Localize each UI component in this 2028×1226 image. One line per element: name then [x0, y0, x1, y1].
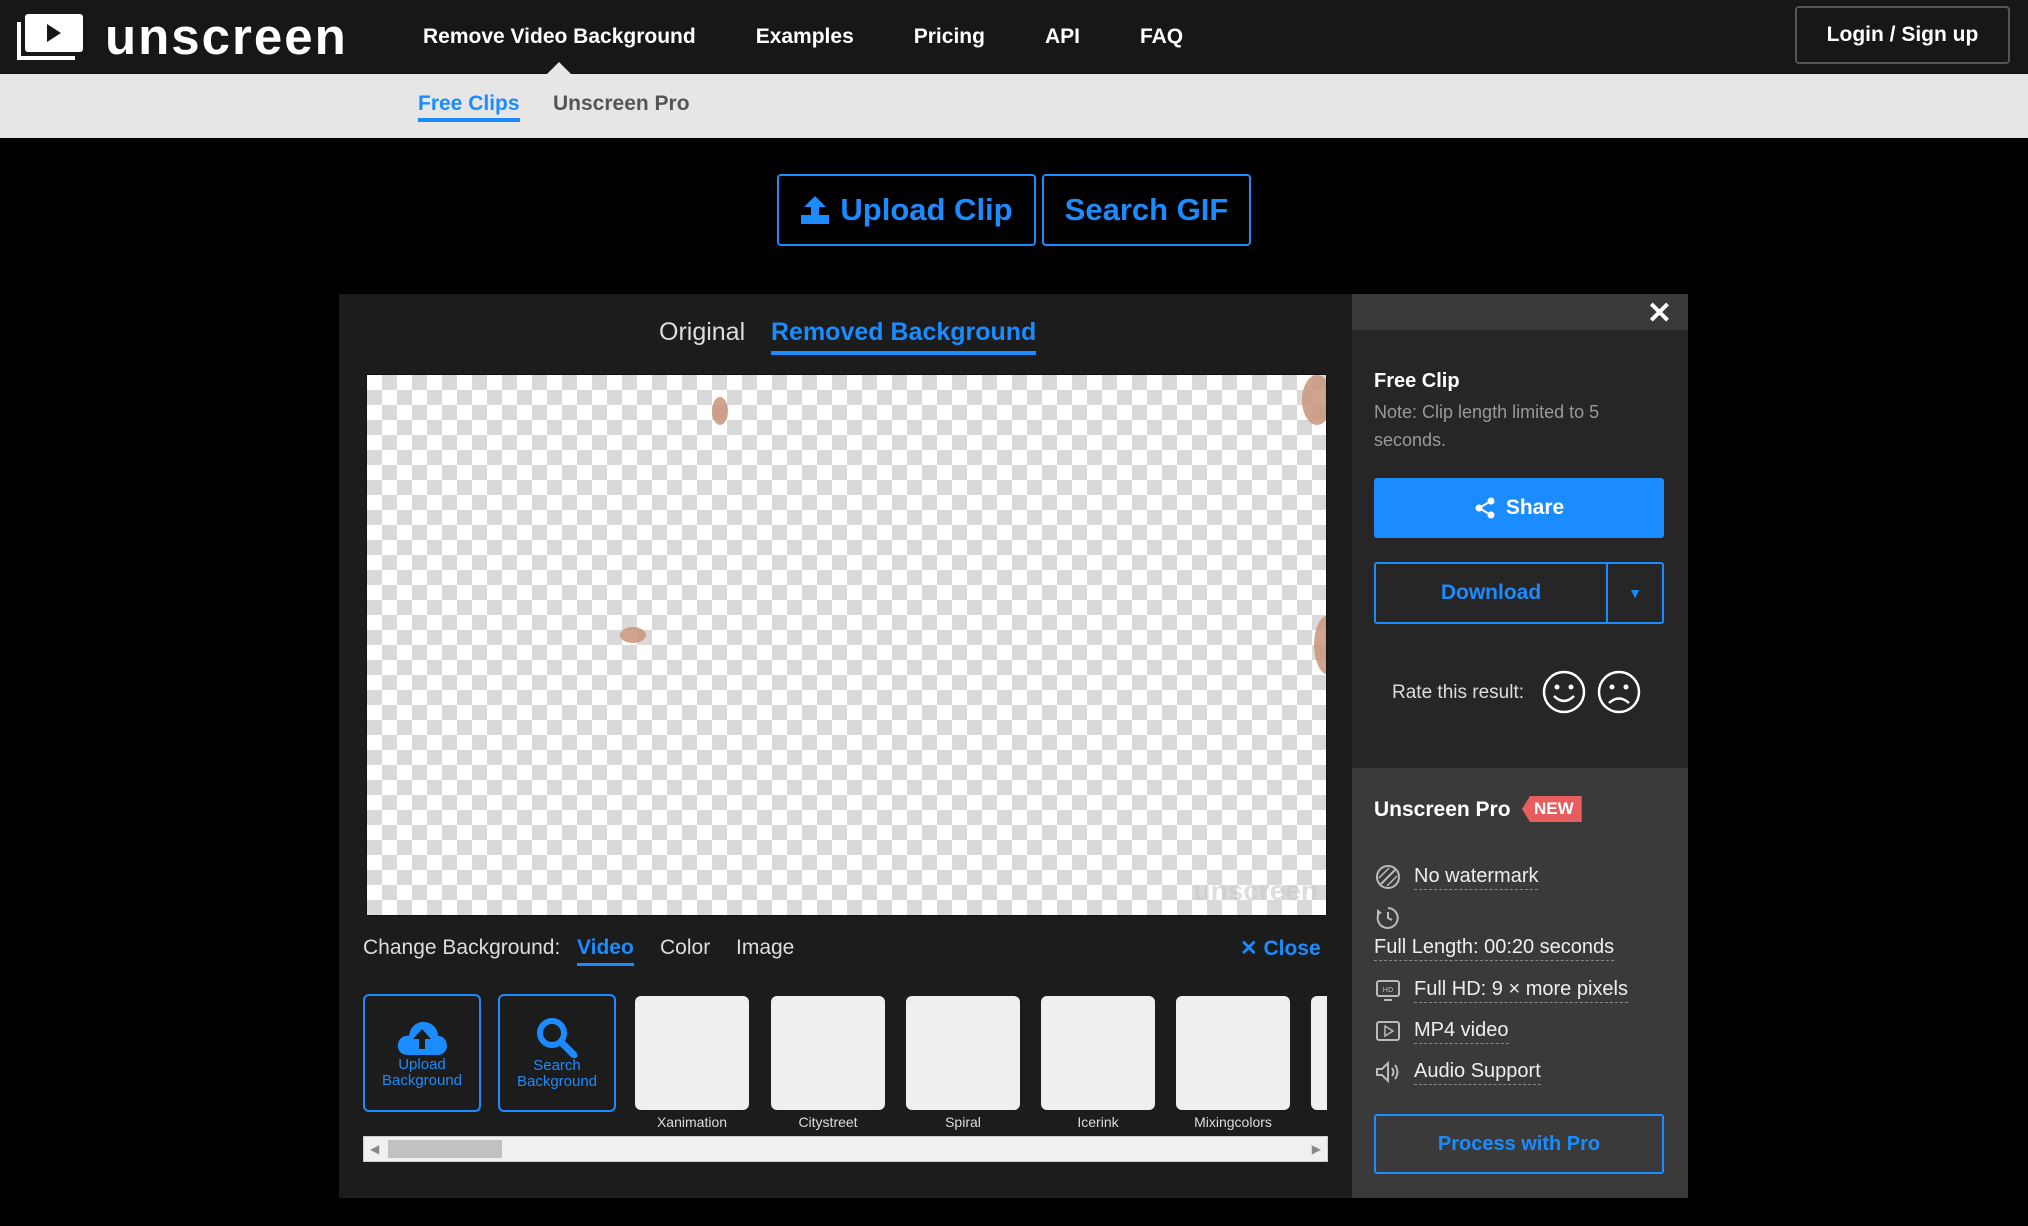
result-side-panel: ✕ Free Clip Note: Clip length limited to…: [1352, 294, 1688, 768]
tab-removed-background[interactable]: Removed Background: [771, 318, 1037, 355]
new-badge: NEW: [1522, 796, 1582, 822]
process-with-pro-button[interactable]: Process with Pro: [1374, 1114, 1664, 1174]
free-clip-note: Note: Clip length limited to 5 seconds.: [1374, 402, 1600, 450]
feature-full-length-icon-row: [1374, 904, 1402, 932]
feature-label: Audio Support: [1414, 1060, 1541, 1085]
bg-thumbnail-icerink[interactable]: [1041, 996, 1155, 1110]
bg-thumbnail-label: Xanimation: [656, 1114, 728, 1130]
result-preview: unscreen: [366, 374, 1327, 916]
share-button[interactable]: Share: [1374, 478, 1664, 538]
logo-play-icon: [17, 14, 83, 60]
download-button[interactable]: Download: [1374, 562, 1606, 624]
feature-label: Full HD: 9 × more pixels: [1414, 978, 1628, 1003]
feature-full-length: Full Length: 00:20 seconds: [1374, 936, 1615, 961]
upload-background-label: Upload Background: [381, 1056, 463, 1089]
tab-original[interactable]: Original: [659, 318, 745, 347]
close-icon[interactable]: ✕: [1647, 296, 1672, 331]
artifact-blob: [620, 627, 646, 643]
feature-audio-support: Audio Support: [1374, 1058, 1541, 1086]
upload-clip-button[interactable]: Upload Clip: [777, 174, 1036, 246]
bg-thumbnail-label: Mixingcolors: [1194, 1114, 1272, 1130]
smiley-face-icon[interactable]: [1542, 670, 1586, 714]
tab-unscreen-pro[interactable]: Unscreen Pro: [553, 92, 690, 116]
main-nav: Remove Video Background Examples Pricing…: [423, 0, 1243, 74]
rate-result-label: Rate this result:: [1392, 682, 1524, 703]
artifact-blob: [712, 397, 728, 425]
scroll-left-icon[interactable]: ◀: [370, 1142, 379, 1156]
unscreen-pro-panel: Unscreen Pro NEW No watermark Full Lengt…: [1352, 768, 1688, 1198]
feature-full-hd: HD Full HD: 9 × more pixels: [1374, 976, 1628, 1004]
bg-thumbnail-mixingcolors[interactable]: [1176, 996, 1290, 1110]
clock-icon: [1376, 907, 1399, 929]
feature-label: MP4 video: [1414, 1019, 1509, 1044]
bg-tab-color[interactable]: Color: [660, 936, 710, 960]
bg-thumbnail-xanimation[interactable]: [635, 996, 749, 1110]
nav-remove-background[interactable]: Remove Video Background: [423, 0, 696, 74]
video-file-icon: [1376, 1021, 1400, 1041]
bg-thumbnail-label: Spiral: [945, 1114, 981, 1130]
sub-navbar: Free Clips Unscreen Pro: [0, 74, 2028, 138]
caret-down-icon: ▼: [1628, 585, 1642, 601]
sad-face-icon[interactable]: [1597, 670, 1641, 714]
unscreen-pro-title: Unscreen Pro: [1374, 798, 1511, 821]
change-background-label: Change Background:: [363, 936, 561, 959]
close-label: Close: [1263, 937, 1321, 960]
feature-label: No watermark: [1414, 865, 1539, 890]
bg-tab-image[interactable]: Image: [736, 936, 794, 960]
cloud-upload-icon: [397, 1021, 447, 1055]
search-background-button[interactable]: Search Background: [498, 994, 616, 1112]
bg-tab-video[interactable]: Video: [577, 936, 634, 966]
watermark: unscreen: [1193, 875, 1319, 906]
search-gif-button[interactable]: Search GIF: [1042, 174, 1251, 246]
bg-thumbnail-label: Citystreet: [798, 1114, 858, 1130]
login-signup-button[interactable]: Login / Sign up: [1795, 6, 2010, 64]
share-icon: [1475, 497, 1495, 519]
free-clip-title: Free Clip: [1374, 370, 1460, 392]
tab-free-clips[interactable]: Free Clips: [418, 92, 520, 122]
bg-thumbnail-spiral[interactable]: [906, 996, 1020, 1110]
top-navbar: unscreen Remove Video Background Example…: [0, 0, 2028, 74]
close-background-button[interactable]: ✕ Close: [1240, 936, 1321, 961]
close-icon: ✕: [1240, 937, 1258, 960]
download-options-button[interactable]: ▼: [1606, 562, 1664, 624]
side-panel-header: ✕: [1352, 294, 1688, 330]
feature-no-watermark: No watermark: [1374, 863, 1539, 891]
svg-text:HD: HD: [1383, 986, 1394, 994]
bg-thumbnail-label: Icerink: [1077, 1114, 1119, 1130]
artifact-blob: [1302, 375, 1326, 425]
speaker-icon: [1376, 1060, 1399, 1084]
nav-faq[interactable]: FAQ: [1140, 0, 1183, 74]
nav-examples[interactable]: Examples: [756, 0, 854, 74]
scroll-right-icon[interactable]: ▶: [1312, 1142, 1321, 1156]
share-label: Share: [1505, 496, 1565, 519]
nav-pricing[interactable]: Pricing: [914, 0, 985, 74]
bg-thumbnail-citystreet[interactable]: [771, 996, 885, 1110]
editor-panel: Original Removed Background unscreen Cha…: [339, 294, 1352, 1198]
upload-background-button[interactable]: Upload Background: [363, 994, 481, 1112]
nav-api[interactable]: API: [1045, 0, 1080, 74]
bg-thumbnail-partial[interactable]: [1311, 996, 1327, 1110]
no-watermark-icon: [1376, 865, 1400, 889]
brand-name: unscreen: [105, 8, 348, 65]
scrollbar-thumb[interactable]: [388, 1140, 502, 1158]
logo[interactable]: unscreen: [17, 8, 348, 65]
monitor-icon: HD: [1376, 980, 1400, 1001]
search-icon: [537, 1018, 578, 1058]
artifact-blob: [1314, 615, 1326, 675]
thumbnail-scrollbar[interactable]: ◀ ▶: [363, 1136, 1328, 1162]
feature-mp4-video: MP4 video: [1374, 1017, 1509, 1045]
upload-clip-label: Upload Clip: [840, 192, 1013, 227]
upload-icon: [801, 196, 830, 224]
feature-label: Full Length: 00:20 seconds: [1374, 936, 1615, 961]
search-background-label: Search Background: [516, 1057, 598, 1090]
